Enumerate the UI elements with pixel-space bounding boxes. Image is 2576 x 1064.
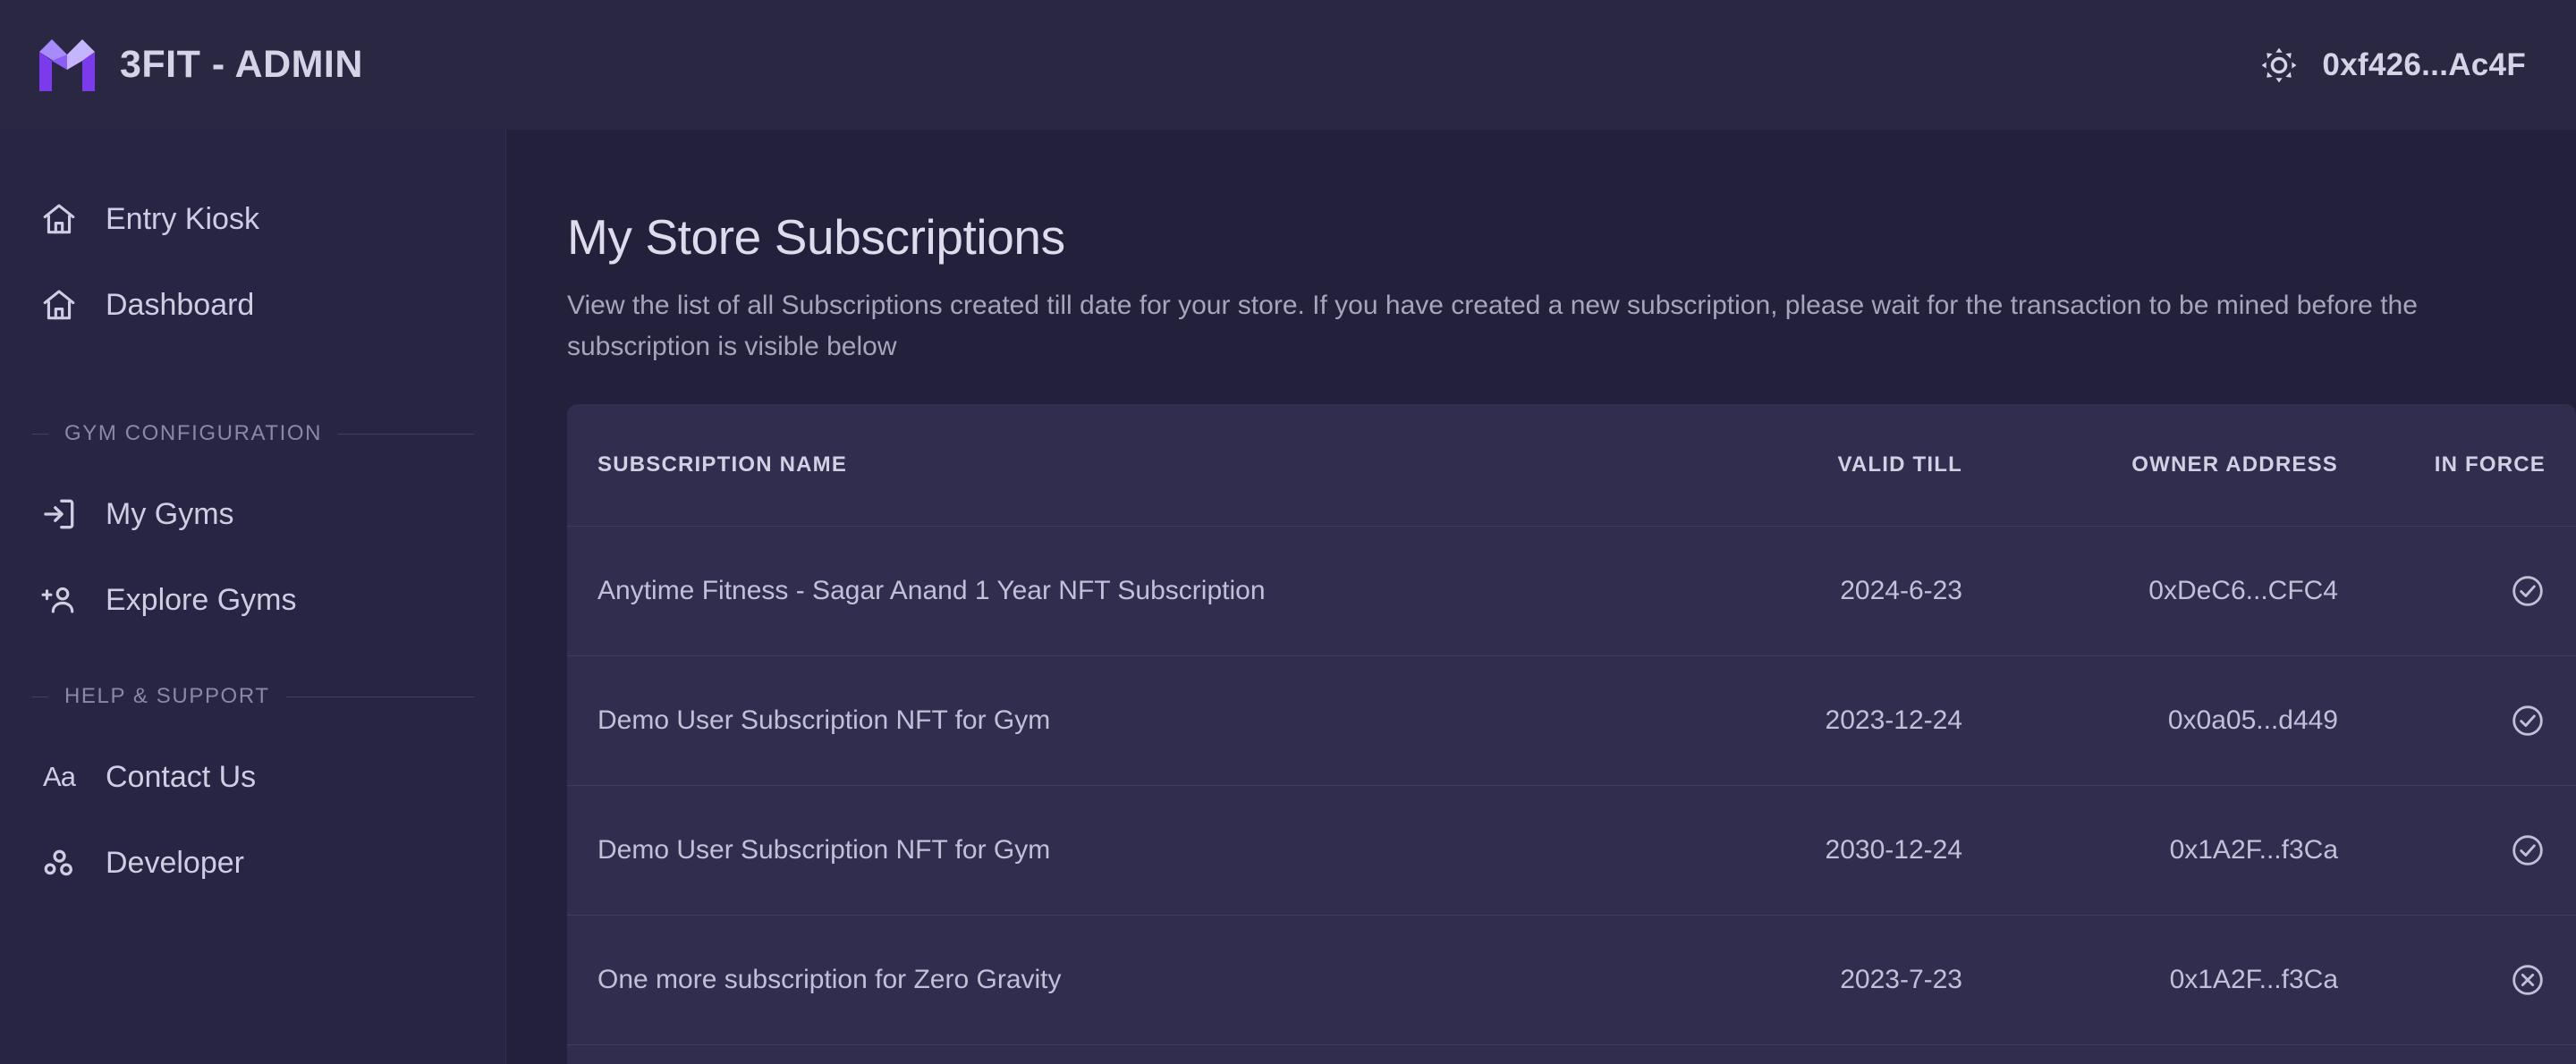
app-title: 3FIT - ADMIN xyxy=(120,43,363,86)
sidebar-section-help-support: HELP & SUPPORT xyxy=(0,679,506,714)
status-badge xyxy=(2338,832,2546,868)
cell-subscription-name: One more subscription for Zero Gravity xyxy=(567,915,1587,1046)
cell-owner-address: 0x0a05...d449 xyxy=(1962,1045,2338,1064)
person-add-icon xyxy=(39,580,79,620)
table-row[interactable]: One more subscription for Zero Gravity 2… xyxy=(567,915,2576,1046)
divider-right xyxy=(338,433,474,435)
sidebar-item-contact-us[interactable]: Aa Contact Us xyxy=(0,734,506,820)
check-circle-icon xyxy=(2510,832,2546,868)
status-badge xyxy=(2338,962,2546,998)
cell-valid-till: 2030-12-24 xyxy=(1587,785,1962,916)
sidebar-section-label: GYM CONFIGURATION xyxy=(64,421,323,445)
table-row[interactable]: Anytime Fitness - Sagar Anand 1 Year NFT… xyxy=(567,526,2576,657)
cell-owner-address: 0xDeC6...CFC4 xyxy=(1962,526,2338,657)
sidebar-item-label: Entry Kiosk xyxy=(106,201,259,236)
cell-in-force xyxy=(2338,915,2576,1046)
cell-owner-address: 0x1A2F...f3Ca xyxy=(1962,785,2338,916)
cell-valid-till: 2023-7-23 xyxy=(1587,915,1962,1046)
cell-subscription-name: Demo User Subscription NFT for Gym xyxy=(567,655,1587,787)
login-arrow-icon xyxy=(39,494,79,534)
sidebar-item-label: Explore Gyms xyxy=(106,582,297,617)
sidebar-section-label: HELP & SUPPORT xyxy=(64,684,270,708)
table-row[interactable]: Demo User Subscription NFT for Gym 2030-… xyxy=(567,785,2576,916)
cell-valid-till: 2023-12-24 xyxy=(1587,655,1962,787)
sidebar-item-dashboard[interactable]: Dashboard xyxy=(0,262,506,348)
sidebar-section-gym-configuration: GYM CONFIGURATION xyxy=(0,416,506,452)
column-header-subscription-name[interactable]: SUBSCRIPTION NAME xyxy=(567,404,1587,528)
text-format-icon: Aa xyxy=(39,757,79,797)
cell-subscription-name: Demo User Subscription NFT for Gym xyxy=(567,785,1587,916)
table-header-row: SUBSCRIPTION NAME VALID TILL OWNER ADDRE… xyxy=(567,404,2576,528)
bubble-chart-icon xyxy=(39,843,79,882)
page-description: View the list of all Subscriptions creat… xyxy=(567,291,2418,361)
subscriptions-table: SUBSCRIPTION NAME VALID TILL OWNER ADDRE… xyxy=(567,404,2576,1064)
home-icon xyxy=(39,199,79,239)
subscriptions-table-card: SUBSCRIPTION NAME VALID TILL OWNER ADDRE… xyxy=(567,404,2576,1064)
body: Entry Kiosk Dashboard GYM CONFIGURATION xyxy=(0,130,2576,1064)
brand[interactable]: 3FIT - ADMIN xyxy=(39,38,363,91)
divider-left xyxy=(32,433,48,435)
top-bar: 3FIT - ADMIN 0xf426...Ac4F xyxy=(0,0,2576,130)
cell-in-force xyxy=(2338,655,2576,787)
text-format-icon-label: Aa xyxy=(43,761,76,792)
cell-valid-till: 2024-6-23 xyxy=(1587,526,1962,657)
cell-in-force xyxy=(2338,1045,2576,1064)
m-logo-icon xyxy=(39,38,95,91)
cell-owner-address: 0x0a05...d449 xyxy=(1962,655,2338,787)
sidebar-item-explore-gyms[interactable]: Explore Gyms xyxy=(0,557,506,643)
main-content: My Store Subscriptions View the list of … xyxy=(506,130,2576,1064)
column-header-in-force[interactable]: IN FORCE xyxy=(2338,404,2576,528)
check-circle-icon xyxy=(2510,573,2546,609)
cell-subscription-name: Anytime Fitness - Sagar Anand 1 Year NFT… xyxy=(567,526,1587,657)
brightness-sun-icon[interactable] xyxy=(2259,46,2299,85)
cell-subscription-name: Demo Subscription during the finale xyxy=(567,1045,1587,1064)
cell-owner-address: 0x1A2F...f3Ca xyxy=(1962,915,2338,1046)
sidebar-item-developer[interactable]: Developer xyxy=(0,820,506,906)
cell-in-force xyxy=(2338,526,2576,657)
cancel-circle-icon xyxy=(2510,962,2546,998)
app-root: 3FIT - ADMIN 0xf426...Ac4F Entry Kiosk D… xyxy=(0,0,2576,1064)
table-body: Anytime Fitness - Sagar Anand 1 Year NFT… xyxy=(567,526,2576,1064)
sidebar-item-label: My Gyms xyxy=(106,496,234,531)
cell-valid-till: 55579-12-20 xyxy=(1587,1045,1962,1064)
sidebar-item-label: Developer xyxy=(106,845,244,880)
sidebar: Entry Kiosk Dashboard GYM CONFIGURATION xyxy=(0,130,506,1064)
sidebar-item-label: Contact Us xyxy=(106,759,257,794)
sidebar-item-entry-kiosk[interactable]: Entry Kiosk xyxy=(0,176,506,262)
wallet-address: 0xf426...Ac4F xyxy=(2322,46,2526,82)
sidebar-item-my-gyms[interactable]: My Gyms xyxy=(0,471,506,557)
table-row[interactable]: Demo Subscription during the finale 5557… xyxy=(567,1045,2576,1064)
column-header-valid-till[interactable]: VALID TILL xyxy=(1587,404,1962,528)
home-icon xyxy=(39,285,79,325)
table-head: SUBSCRIPTION NAME VALID TILL OWNER ADDRE… xyxy=(567,404,2576,528)
sidebar-item-label: Dashboard xyxy=(106,287,255,322)
check-circle-icon xyxy=(2510,703,2546,739)
status-badge xyxy=(2338,573,2546,609)
column-header-owner-address[interactable]: OWNER ADDRESS xyxy=(1962,404,2338,528)
status-badge xyxy=(2338,703,2546,739)
page-title: My Store Subscriptions xyxy=(567,209,1065,265)
wallet-button[interactable]: 0xf426...Ac4F xyxy=(2259,46,2526,85)
table-row[interactable]: Demo User Subscription NFT for Gym 2023-… xyxy=(567,655,2576,787)
cell-in-force xyxy=(2338,785,2576,916)
